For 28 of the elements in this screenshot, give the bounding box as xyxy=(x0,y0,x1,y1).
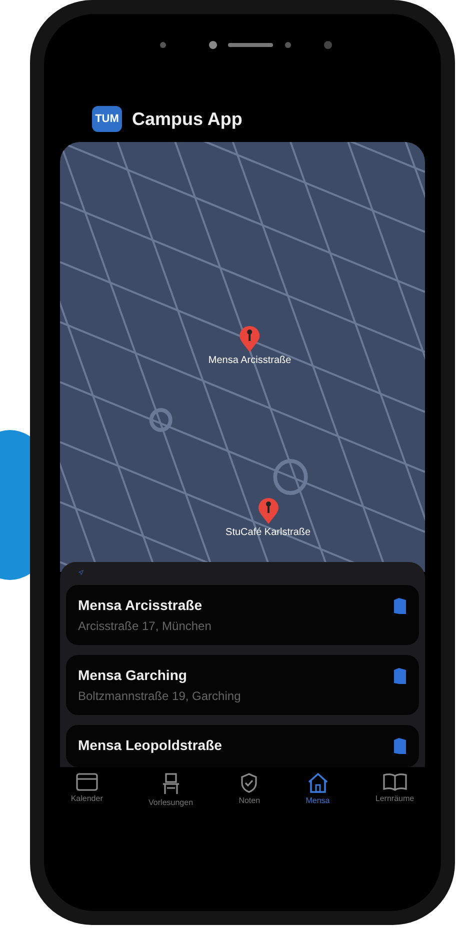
street-map-drawing[interactable] xyxy=(60,142,425,572)
app-logo: TUM xyxy=(92,106,122,132)
cafeteria-name: Mensa Arcisstraße xyxy=(78,597,203,613)
open-book-icon xyxy=(382,773,407,791)
app-title: Campus App xyxy=(132,108,242,130)
pin-label: Mensa Arcisstraße xyxy=(208,354,292,366)
cafeteria-card[interactable]: Mensa Arcisstraße Arcisstraße 17, München xyxy=(66,585,419,645)
chair-desk-icon xyxy=(160,773,181,795)
cafeteria-address: Arcisstraße 17, München xyxy=(78,619,212,633)
menu-card-icon[interactable] xyxy=(393,597,407,615)
menu-card-icon[interactable] xyxy=(393,737,407,755)
map-pin-icon[interactable] xyxy=(256,496,280,525)
shield-check-icon xyxy=(240,773,258,793)
tab-bar-item[interactable]: Noten xyxy=(238,773,260,807)
menu-card-icon[interactable] xyxy=(393,667,407,685)
cafeteria-card[interactable]: Mensa Leopoldstraße xyxy=(66,725,419,767)
cafeteria-address: Boltzmannstraße 19, Garching xyxy=(78,689,241,703)
cafeteria-name: Mensa Leopoldstraße xyxy=(78,737,222,753)
tab-bar-item[interactable]: Mensa xyxy=(306,773,330,807)
cafeteria-card[interactable]: Mensa Garching Boltzmannstraße 19, Garching xyxy=(66,655,419,715)
house-icon xyxy=(306,773,329,793)
tab-bar-item[interactable]: Kalender xyxy=(70,773,103,807)
calendar-icon xyxy=(76,773,98,791)
tab-bar-item[interactable]: Vorlesungen xyxy=(148,773,194,807)
map-pin-icon[interactable] xyxy=(238,324,262,353)
cafeteria-name: Mensa Garching xyxy=(78,667,188,683)
pin-label: StuCafé Karlstraße xyxy=(226,526,311,538)
tab-bar-item[interactable]: Lernräume xyxy=(375,773,414,807)
